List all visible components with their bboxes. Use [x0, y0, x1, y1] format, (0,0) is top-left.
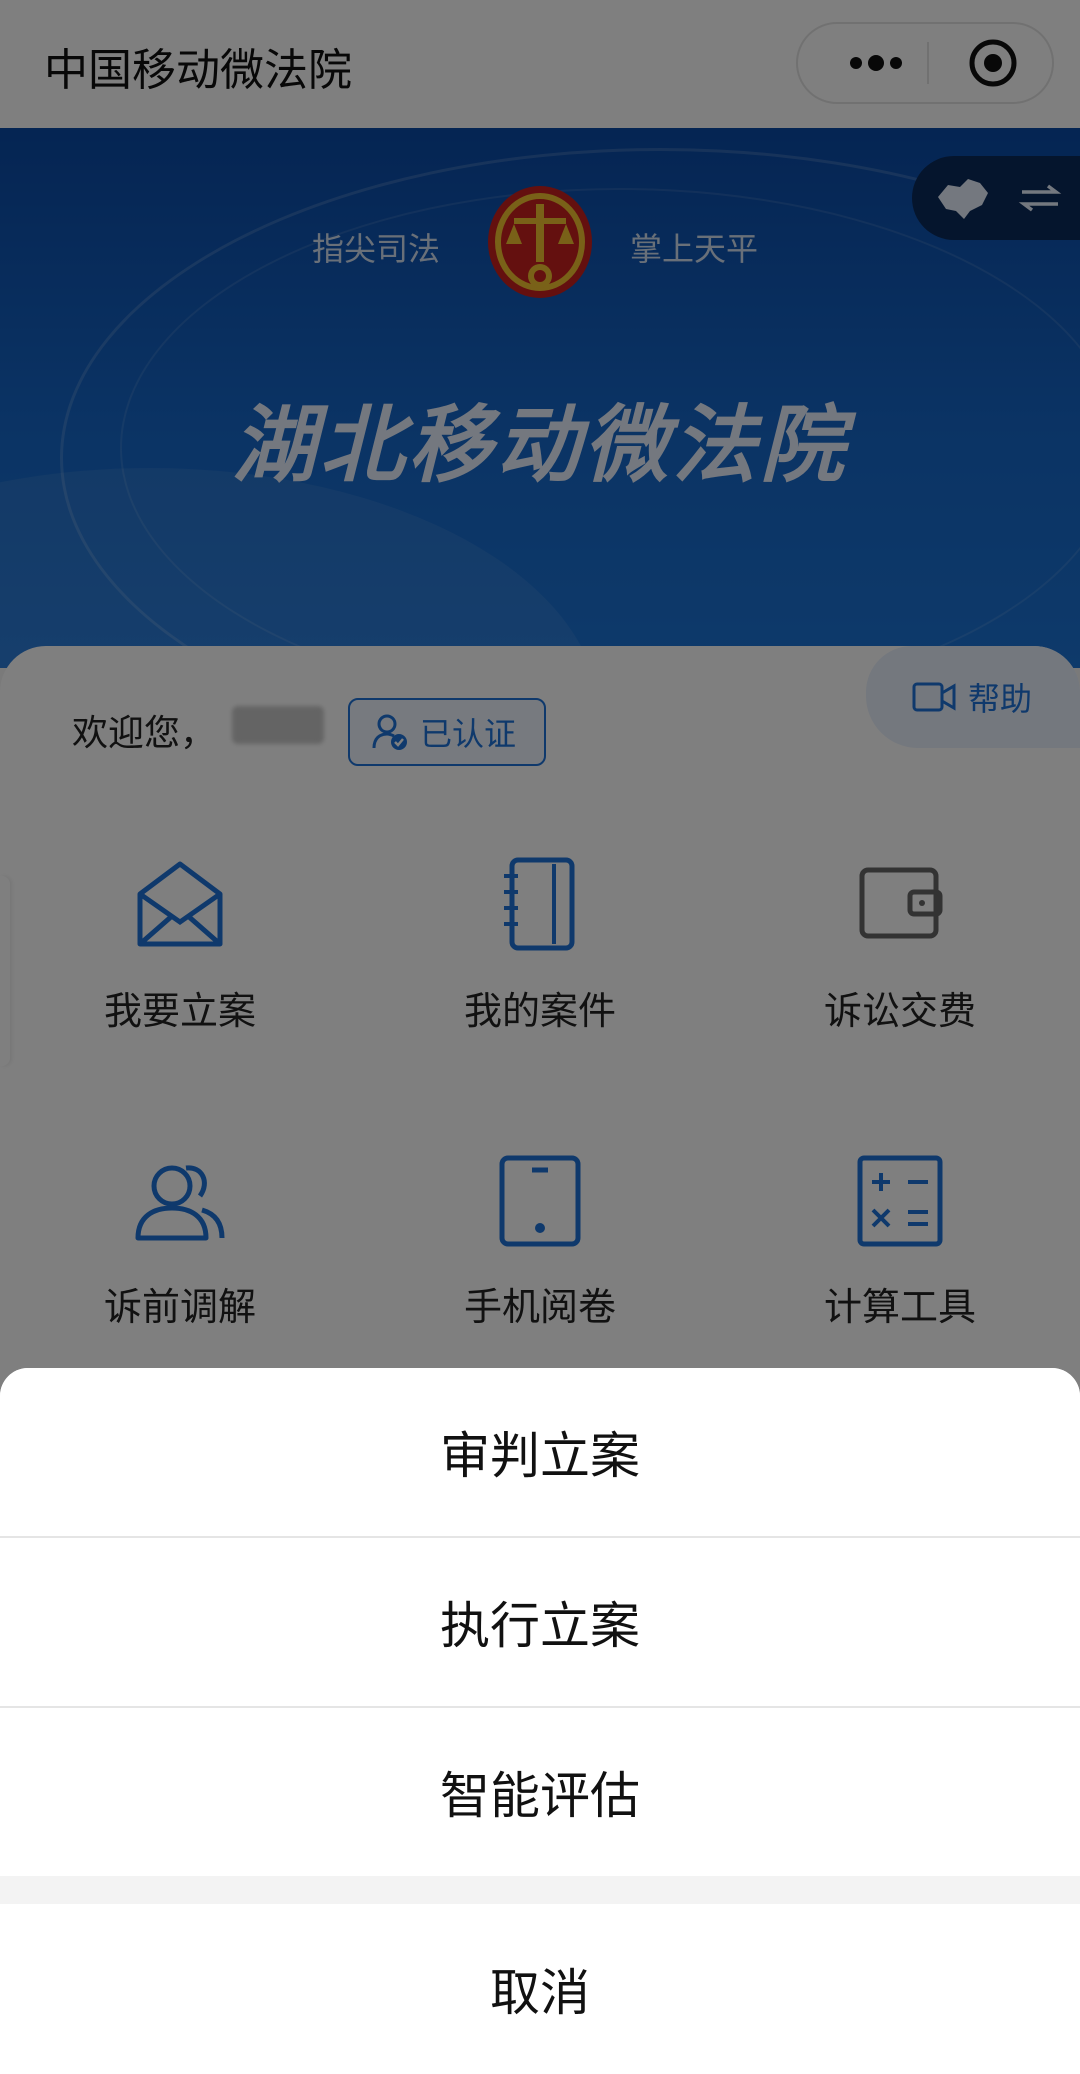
- action-execution-filing[interactable]: 执行立案: [0, 1538, 1080, 1706]
- cancel-button[interactable]: 取消: [0, 1904, 1080, 2074]
- action-sheet: 审判立案 执行立案 智能评估 取消: [0, 1368, 1080, 2074]
- action-trial-filing[interactable]: 审判立案: [0, 1368, 1080, 1536]
- action-smart-assessment[interactable]: 智能评估: [0, 1708, 1080, 1876]
